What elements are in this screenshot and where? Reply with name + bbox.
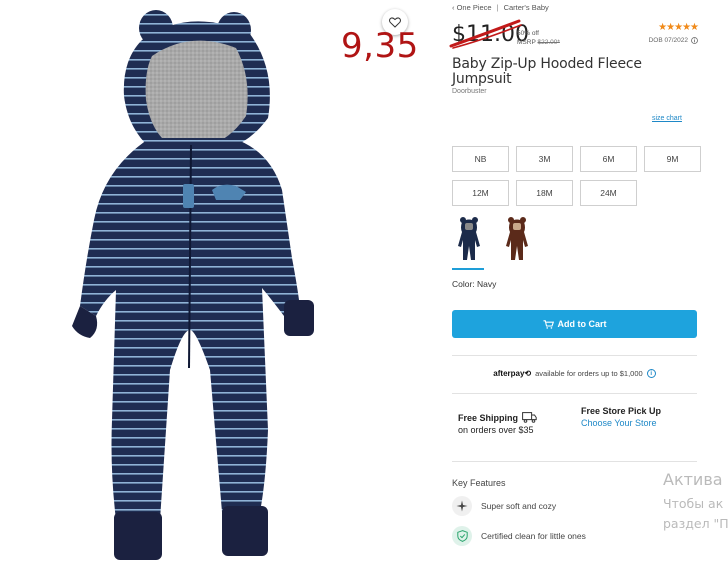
breadcrumb-back-link[interactable]: ‹ One Piece <box>452 3 492 12</box>
size-option-nb[interactable]: NB <box>452 146 509 172</box>
breadcrumb-category-link[interactable]: Baby <box>532 3 549 12</box>
jumpsuit-illustration <box>72 10 314 560</box>
size-option-3m[interactable]: 3M <box>516 146 573 172</box>
size-option-24m[interactable]: 24M <box>580 180 637 206</box>
msrp-label: MSRP <box>517 39 536 46</box>
selected-color-label: Color: Navy <box>452 279 497 289</box>
size-option-9m[interactable]: 9M <box>644 146 701 172</box>
divider <box>452 393 697 394</box>
dob-label: DOB 07/2022 <box>648 37 688 44</box>
size-option-6m[interactable]: 6M <box>580 146 637 172</box>
activation-watermark-title: Актива <box>663 470 723 489</box>
free-shipping-threshold: on orders over $35 <box>458 425 534 435</box>
afterpay-logo: afterpay⟲ <box>493 369 532 378</box>
product-subtitle: Doorbuster <box>452 88 487 95</box>
breadcrumb-brand-link[interactable]: Carter's <box>504 3 530 12</box>
star-rating[interactable]: ★★★★★ <box>649 22 699 33</box>
discount-info: 50% off MSRP $22.00* <box>517 29 560 47</box>
color-swatches <box>452 216 552 274</box>
feature-text: Certified clean for little ones <box>481 531 586 541</box>
product-title: Baby Zip-Up Hooded Fleece Jumpsuit <box>452 56 642 87</box>
add-to-cart-button[interactable]: Add to Cart <box>452 310 697 338</box>
navy-swatch[interactable] <box>452 216 486 268</box>
selected-swatch-indicator <box>452 268 484 270</box>
feature-text: Super soft and cozy <box>481 501 557 511</box>
feature-item: Super soft and cozy <box>452 496 556 516</box>
brown-swatch[interactable] <box>500 216 534 268</box>
activation-watermark-line: Чтобы ак <box>663 496 724 511</box>
handwritten-price-note: 9,35 <box>341 26 419 66</box>
free-shipping-info: Free Shipping on orders over $35 <box>458 412 537 435</box>
shield-icon <box>452 526 472 546</box>
msrp-value: $22.00* <box>537 39 560 46</box>
size-chart-link[interactable]: size chart <box>652 115 682 122</box>
info-icon[interactable] <box>691 37 698 44</box>
breadcrumb-separator: | <box>496 3 499 12</box>
activation-watermark-line: раздел "П <box>663 516 728 531</box>
store-pickup-info: Free Store Pick Up Choose Your Store <box>581 406 661 428</box>
size-option-18m[interactable]: 18M <box>516 180 573 206</box>
add-to-cart-label: Add to Cart <box>557 319 607 329</box>
product-image[interactable] <box>0 0 440 561</box>
size-option-12m[interactable]: 12M <box>452 180 509 206</box>
choose-store-link[interactable]: Choose Your Store <box>581 418 661 428</box>
feature-item: Certified clean for little ones <box>452 526 586 546</box>
afterpay-text: available for orders up to $1,000 <box>535 369 643 378</box>
brown-jumpsuit-thumbnail <box>506 217 528 260</box>
sparkle-icon <box>452 496 472 516</box>
discount-percent: 50% off <box>517 30 539 37</box>
dob-info: DOB 07/2022 <box>649 37 698 44</box>
key-features-heading: Key Features <box>452 478 506 488</box>
breadcrumb: ‹ One Piece | Carter's Baby <box>452 3 549 12</box>
afterpay-info: afterpay⟲ available for orders up to $1,… <box>452 369 697 378</box>
rating-block[interactable]: ★★★★★ DOB 07/2022 <box>649 22 699 44</box>
cart-icon <box>543 319 554 329</box>
divider <box>452 461 697 462</box>
store-pickup-title: Free Store Pick Up <box>581 406 662 416</box>
navy-jumpsuit-thumbnail <box>458 217 480 260</box>
price-strikethrough-mark <box>449 19 522 49</box>
free-shipping-title: Free Shipping <box>458 412 519 423</box>
truck-icon <box>522 412 537 423</box>
size-selector: NB 3M 6M 9M 12M 18M 24M <box>452 146 701 206</box>
divider <box>452 355 697 356</box>
afterpay-info-icon[interactable]: i <box>646 369 656 378</box>
